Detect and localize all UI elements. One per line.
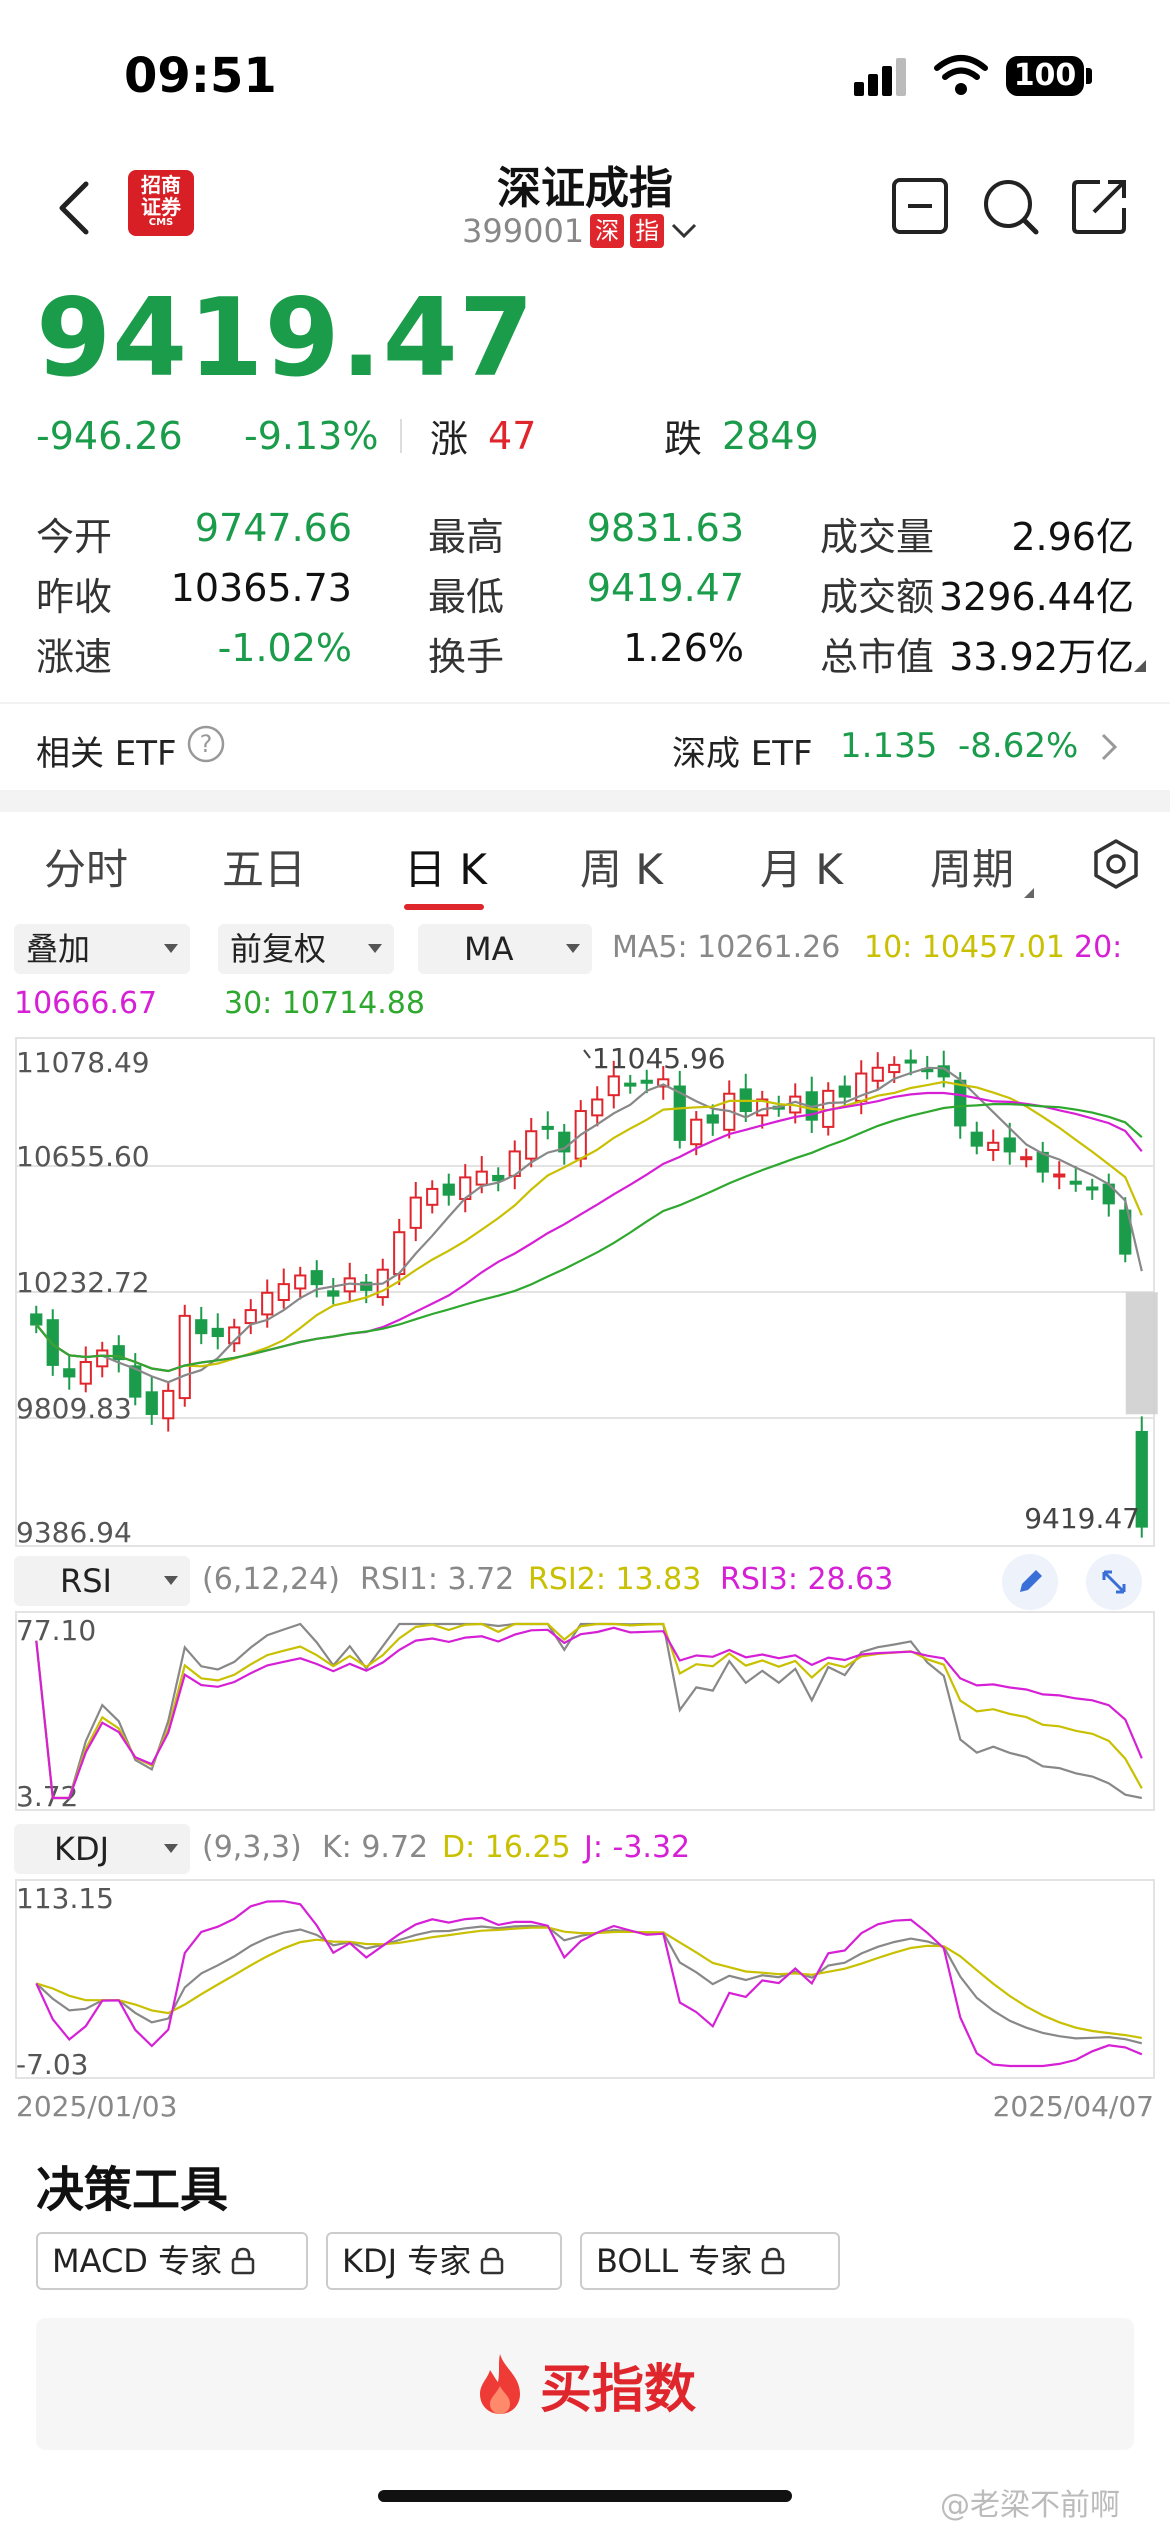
candle-body: [178, 1314, 191, 1400]
candle-body: [30, 1313, 43, 1326]
candle-body: [327, 1290, 340, 1297]
candle-body: [492, 1174, 505, 1182]
y-axis-label: 11078.49: [16, 1046, 150, 1079]
kline-charts[interactable]: 11078.49 10655.60 10232.72 9809.83 9386.94 11…: [0, 0, 1170, 2140]
candle-body: [310, 1270, 323, 1286]
rsi-params: (6,12,24): [202, 1562, 340, 1597]
d-line: [35, 1926, 1142, 2039]
last-price-annotation: 9419.47: [1024, 1502, 1140, 1535]
kdj-params: (9,3,3): [202, 1830, 302, 1865]
candle-body: [1069, 1180, 1082, 1185]
tool-button[interactable]: MACD 专家: [36, 2232, 308, 2290]
candle-body: [294, 1274, 307, 1290]
d-legend: D: 16.25: [442, 1830, 571, 1865]
candle-body: [277, 1283, 290, 1301]
y-axis-label: 10232.72: [16, 1266, 150, 1299]
candle-body: [624, 1082, 637, 1087]
kdj-max-label: 113.15: [16, 1882, 114, 1915]
tool-button-label: KDJ 专家: [342, 2242, 472, 2280]
candle-body: [904, 1059, 917, 1064]
candle-body: [46, 1319, 59, 1366]
high-annotation: 11045.96: [592, 1042, 726, 1075]
candle-body: [690, 1118, 703, 1146]
candle-body: [640, 1079, 653, 1084]
candle-body: [409, 1196, 422, 1229]
expand-icon: [1102, 1570, 1126, 1594]
tool-button[interactable]: BOLL 专家: [580, 2232, 840, 2290]
k-line: [35, 1924, 1143, 2045]
price-gap-highlight: [1125, 1292, 1158, 1415]
candle-body: [838, 1085, 851, 1098]
candle-body: [211, 1327, 224, 1338]
fullscreen-button[interactable]: [1086, 1554, 1142, 1610]
candle-body: [706, 1114, 719, 1124]
x-start-label: 2025/01/03: [16, 2090, 177, 2123]
candle-body: [145, 1391, 158, 1415]
rsi3-line: [35, 1626, 1143, 1800]
candle-body: [607, 1075, 620, 1097]
rsi-max-label: 77.10: [16, 1614, 96, 1647]
candle-body: [244, 1309, 257, 1325]
kdj-min-label: -7.03: [16, 2048, 88, 2081]
rsi2-legend: RSI2: 13.83: [528, 1562, 702, 1597]
buy-label: 买指数: [539, 2359, 696, 2420]
candle-body: [79, 1361, 92, 1385]
candle-body: [195, 1319, 208, 1335]
y-axis-label: 9386.94: [16, 1516, 132, 1549]
edit-indicator-button[interactable]: [1002, 1554, 1058, 1610]
rsi3-legend: RSI3: 28.63: [720, 1562, 894, 1597]
candle-body: [442, 1183, 455, 1196]
kdj-dropdown[interactable]: KDJ: [14, 1824, 190, 1874]
candle-body: [426, 1187, 439, 1206]
lock-icon: [481, 2247, 504, 2275]
candle-body: [591, 1098, 604, 1117]
rsi2-line: [35, 1622, 1143, 1800]
kdj-frame: [15, 1879, 1155, 2079]
j-line: [35, 1900, 1143, 2068]
candle-body: [63, 1368, 76, 1378]
candle-body: [954, 1079, 967, 1127]
home-indicator: [378, 2490, 792, 2502]
candle-body: [1053, 1173, 1066, 1178]
candle-body: [162, 1389, 175, 1420]
tools-title: 决策工具: [36, 2162, 229, 2218]
x-end-label: 2025/04/07: [993, 2090, 1154, 2123]
candle-body: [871, 1066, 884, 1082]
tool-button-label: BOLL 专家: [596, 2242, 753, 2280]
candle-body: [261, 1291, 274, 1316]
watermark: @老梁不前啊: [940, 2488, 1120, 2523]
candle-body: [987, 1141, 1000, 1151]
y-axis-label: 9809.83: [16, 1392, 132, 1425]
y-axis-label: 10655.60: [16, 1140, 150, 1173]
candle-body: [1086, 1186, 1099, 1191]
candle-body: [525, 1130, 538, 1160]
rsi-dropdown[interactable]: RSI: [14, 1556, 190, 1606]
buy-index-button[interactable]: 买指数: [36, 2318, 1134, 2450]
tool-button[interactable]: KDJ 专家: [326, 2232, 562, 2290]
flame-icon: [479, 2354, 520, 2414]
candle-body: [541, 1125, 554, 1130]
candle-body: [888, 1063, 901, 1074]
candle-body: [970, 1131, 983, 1147]
candle-body: [96, 1349, 109, 1368]
candle-body: [475, 1170, 488, 1186]
candle-body: [1003, 1137, 1016, 1153]
lock-icon: [762, 2247, 785, 2275]
rsi1-legend: RSI1: 3.72: [360, 1562, 515, 1597]
high-pointer: [583, 1049, 591, 1059]
lock-icon: [231, 2247, 255, 2275]
k-legend: K: 9.72: [322, 1830, 429, 1865]
candle-body: [1020, 1156, 1033, 1161]
pencil-icon: [1020, 1570, 1042, 1592]
tool-button-label: MACD 专家: [52, 2242, 223, 2280]
j-legend: J: -3.32: [584, 1830, 691, 1865]
